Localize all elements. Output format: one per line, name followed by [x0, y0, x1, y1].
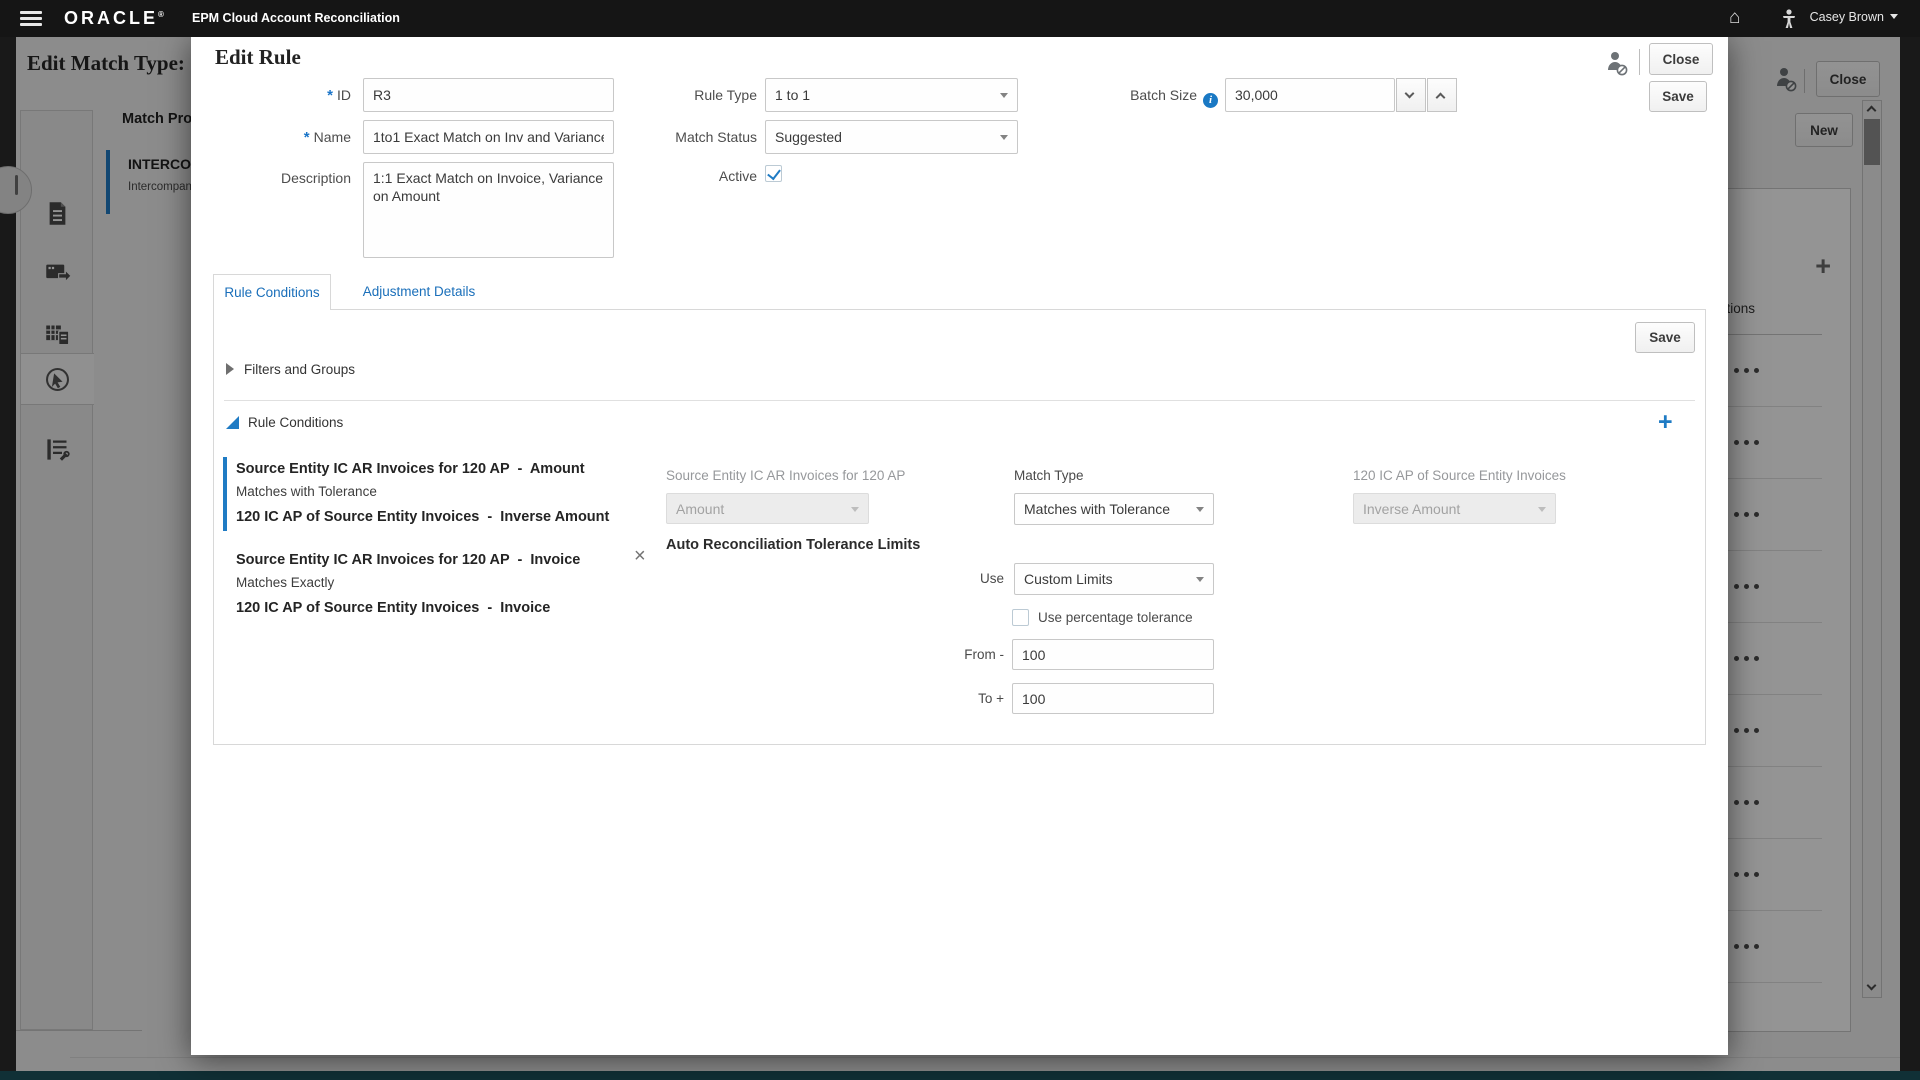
name-label: *Name [191, 129, 351, 146]
dialog-close-button[interactable]: Close [1649, 43, 1713, 75]
chevron-down-icon [1890, 14, 1898, 19]
active-label: Active [597, 168, 757, 184]
description-label: Description [191, 170, 351, 186]
app-title: EPM Cloud Account Reconciliation [192, 11, 400, 25]
divider [224, 400, 1695, 401]
menu-icon[interactable] [20, 11, 42, 26]
add-condition-icon[interactable]: + [1658, 408, 1673, 437]
required-icon: * [304, 129, 310, 146]
from-label: From - [904, 647, 1004, 662]
chevron-down-icon [1196, 577, 1204, 582]
target-bucket-label: 120 IC AP of Source Entity Invoices [1353, 468, 1566, 483]
batch-size-label: Batch Sizei [991, 87, 1218, 108]
use-label: Use [914, 571, 1004, 586]
id-label: *ID [191, 87, 351, 104]
match-type-select[interactable]: Matches with Tolerance [1014, 493, 1214, 525]
source-attribute-select: Amount [666, 493, 869, 524]
id-field[interactable] [363, 78, 614, 112]
description-field[interactable]: 1:1 Exact Match on Invoice, Variance on … [363, 162, 614, 258]
top-bar: ORACLE® EPM Cloud Account Reconciliation… [0, 0, 1920, 37]
to-label: To + [904, 691, 1004, 706]
batch-size-field[interactable] [1225, 78, 1395, 112]
panel-save-button[interactable]: Save [1635, 322, 1695, 353]
match-type-label: Match Type [1014, 468, 1084, 483]
match-status-select[interactable]: Suggested [765, 120, 1018, 154]
chevron-up-icon [1436, 93, 1446, 103]
chevron-down-icon [851, 507, 859, 512]
chevron-down-icon [1196, 507, 1204, 512]
percentage-tolerance-checkbox[interactable] [1012, 609, 1029, 626]
tab-adjustment-details[interactable]: Adjustment Details [349, 274, 489, 310]
chevron-down-icon [1405, 89, 1415, 99]
expanded-arrow-icon [226, 416, 239, 429]
rule-conditions-panel: Save Filters and Groups Rule Conditions … [213, 309, 1706, 745]
name-field[interactable] [363, 120, 614, 154]
home-icon[interactable]: ⌂ [1729, 7, 1740, 29]
divider [1639, 49, 1640, 75]
tolerance-heading: Auto Reconciliation Tolerance Limits [666, 537, 920, 553]
info-icon[interactable]: i [1203, 93, 1218, 108]
chevron-down-icon [1000, 135, 1008, 140]
dialog-save-button[interactable]: Save [1649, 81, 1707, 112]
from-field[interactable] [1012, 639, 1214, 670]
edit-rule-dialog: Edit Rule Close Save *ID *Name Descripti… [191, 37, 1728, 1055]
condition-item[interactable]: Source Entity IC AR Invoices for 120 AP … [223, 548, 580, 622]
remove-condition-icon[interactable]: × [634, 546, 646, 566]
required-icon: * [327, 87, 333, 104]
collapsed-arrow-icon [226, 363, 234, 375]
target-attribute-select: Inverse Amount [1353, 493, 1556, 524]
chevron-down-icon [1538, 507, 1546, 512]
oracle-logo: ORACLE® [64, 8, 164, 29]
active-checkbox[interactable] [765, 165, 782, 182]
screen: ORACLE® EPM Cloud Account Reconciliation… [0, 0, 1920, 1080]
dialog-title: Edit Rule [215, 45, 301, 70]
to-field[interactable] [1012, 683, 1214, 714]
accessibility-icon[interactable] [1779, 8, 1799, 34]
user-assistance-icon[interactable] [1605, 51, 1629, 78]
use-limits-select[interactable]: Custom Limits [1014, 563, 1214, 595]
source-bucket-label: Source Entity IC AR Invoices for 120 AP [666, 468, 905, 483]
filters-groups-toggle[interactable]: Filters and Groups [226, 361, 355, 379]
match-status-label: Match Status [597, 129, 757, 145]
rule-conditions-toggle[interactable]: Rule Conditions [226, 414, 343, 432]
tab-rule-conditions[interactable]: Rule Conditions [213, 274, 331, 310]
rule-type-label: Rule Type [597, 87, 757, 103]
user-menu[interactable]: Casey Brown [1810, 10, 1898, 24]
rule-type-select[interactable]: 1 to 1 [765, 78, 1018, 112]
step-up-button[interactable] [1427, 78, 1457, 112]
condition-item[interactable]: Source Entity IC AR Invoices for 120 AP … [223, 457, 609, 531]
step-down-button[interactable] [1396, 78, 1426, 112]
percentage-tolerance-label: Use percentage tolerance [1038, 610, 1193, 625]
